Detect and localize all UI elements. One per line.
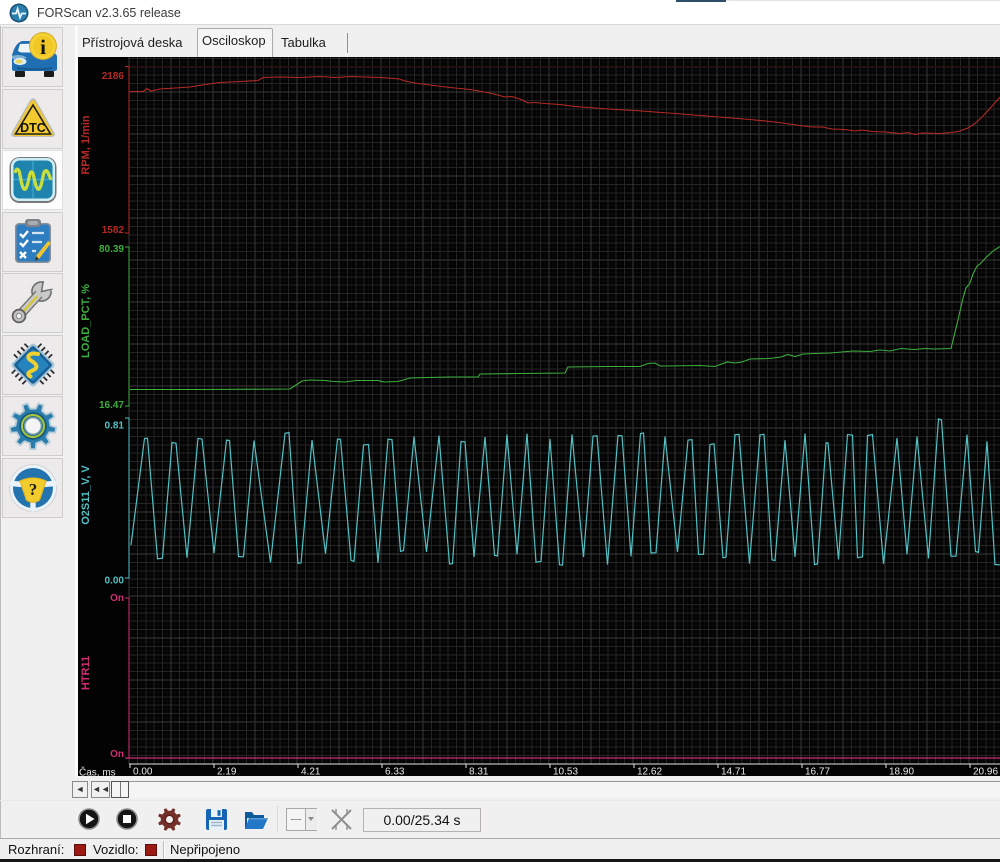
- svg-text:80.39: 80.39: [99, 244, 124, 255]
- svg-text:8.31: 8.31: [469, 767, 489, 777]
- svg-text:?: ?: [28, 480, 37, 499]
- svg-text:16.47: 16.47: [99, 400, 124, 411]
- svg-text:Čas, ms: Čas, ms: [79, 766, 116, 777]
- svg-text:16.77: 16.77: [805, 767, 830, 777]
- svg-text:i: i: [40, 35, 46, 59]
- svg-text:2186: 2186: [102, 71, 125, 82]
- svg-text:0.00: 0.00: [133, 767, 153, 777]
- svg-text:HTR11: HTR11: [80, 656, 92, 690]
- svg-text:18.90: 18.90: [889, 767, 914, 777]
- svg-text:6.33: 6.33: [385, 767, 405, 777]
- svg-text:DTC: DTC: [20, 121, 46, 135]
- svg-text:O2S11_V, V: O2S11_V, V: [80, 465, 92, 525]
- svg-text:0.81: 0.81: [105, 421, 125, 432]
- svg-text:20.96: 20.96: [973, 767, 998, 777]
- svg-text:4.21: 4.21: [301, 767, 321, 777]
- svg-text:1582: 1582: [102, 225, 125, 236]
- svg-text:On: On: [110, 593, 124, 604]
- svg-text:On: On: [110, 749, 124, 760]
- svg-text:2.19: 2.19: [217, 767, 237, 777]
- svg-text:0.00: 0.00: [105, 576, 125, 587]
- svg-text:12.62: 12.62: [637, 767, 662, 777]
- svg-text:RPM, 1/min: RPM, 1/min: [80, 115, 92, 175]
- svg-text:14.71: 14.71: [721, 767, 746, 777]
- svg-text:LOAD_PCT, %: LOAD_PCT, %: [80, 284, 92, 358]
- svg-text:10.53: 10.53: [553, 767, 578, 777]
